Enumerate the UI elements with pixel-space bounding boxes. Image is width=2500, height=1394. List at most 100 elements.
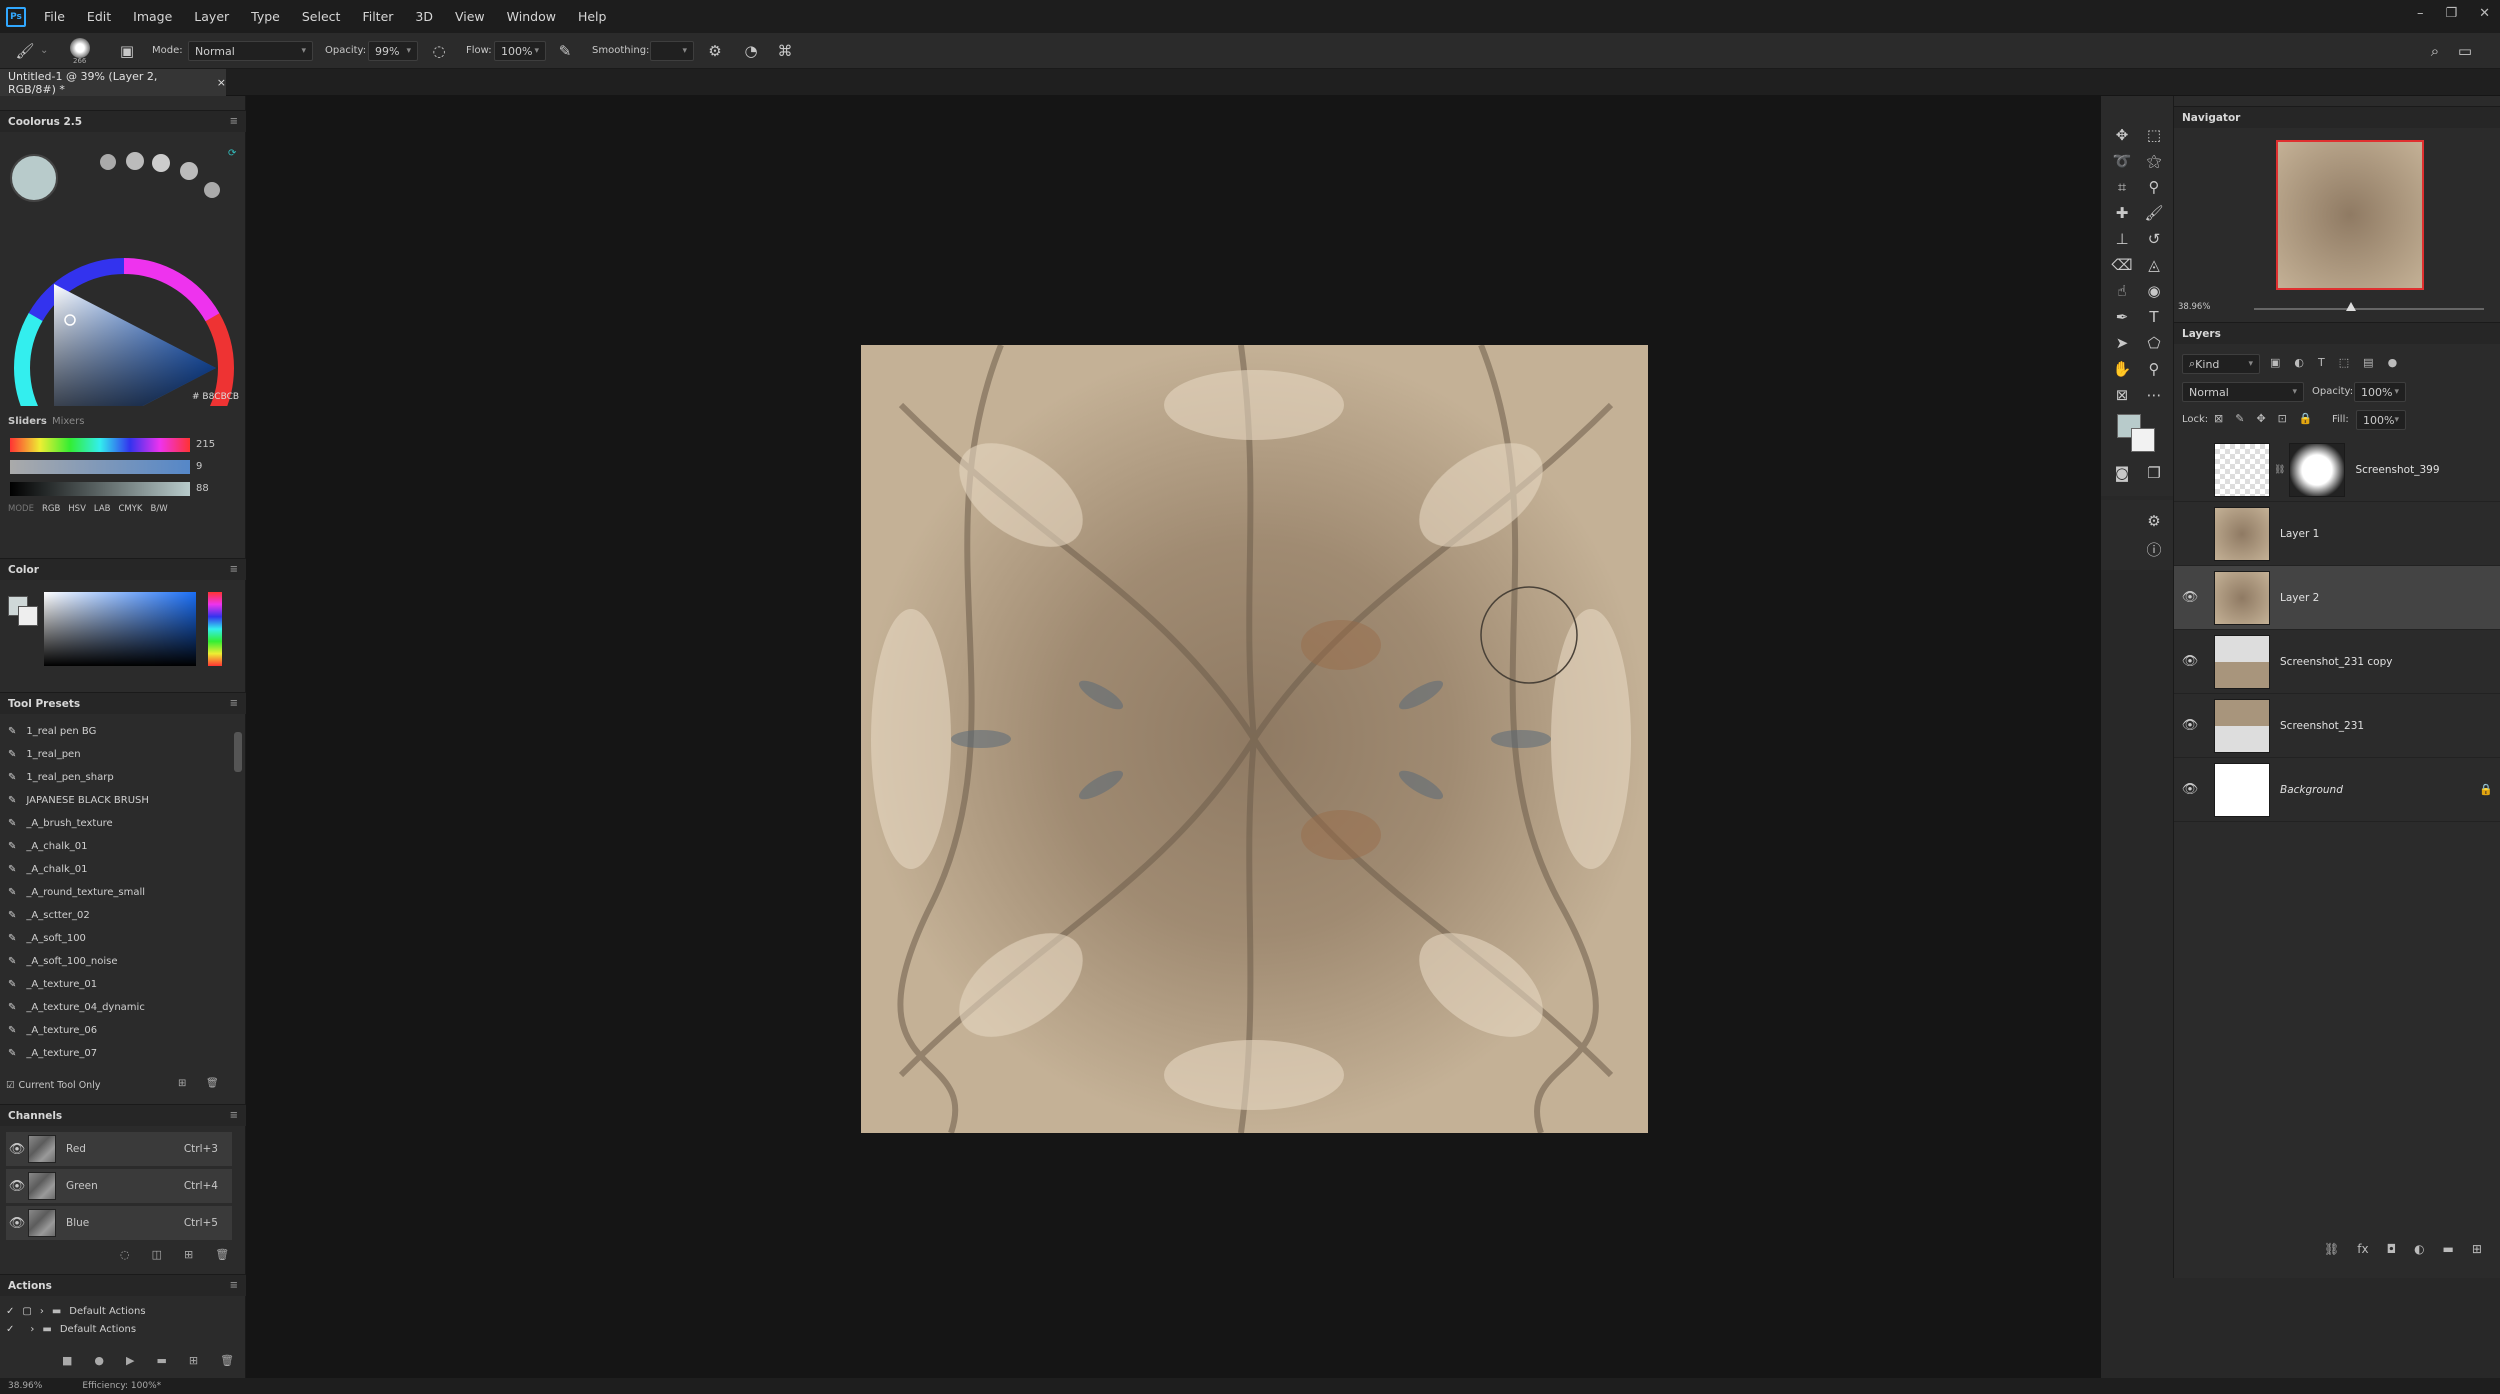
- pixel-filter-icon[interactable]: ▣: [2270, 356, 2280, 369]
- color-wheel[interactable]: [10, 178, 238, 478]
- preset-item[interactable]: ✎ _A_chalk_01: [8, 835, 88, 857]
- lasso-tool-icon[interactable]: ➰: [2111, 150, 2133, 172]
- color-panel-header[interactable]: Color ≡: [0, 558, 246, 580]
- fx-icon[interactable]: fx: [2357, 1242, 2368, 1256]
- brush-tool-icon[interactable]: 🖌: [14, 40, 36, 62]
- tab-mixers[interactable]: Mixers: [52, 416, 85, 427]
- symmetry-icon[interactable]: ⌘: [774, 40, 796, 62]
- new-group-icon[interactable]: ▬: [2443, 1242, 2454, 1256]
- current-color-swatch[interactable]: [10, 154, 58, 202]
- panel-menu-icon[interactable]: ≡: [230, 1110, 238, 1121]
- preset-item[interactable]: ✎ _A_texture_06: [8, 1019, 97, 1041]
- preset-item[interactable]: ✎ 1_real pen BG: [8, 720, 96, 742]
- preset-item[interactable]: ✎ _A_brush_texture: [8, 812, 113, 834]
- add-mask-icon[interactable]: ◘: [2387, 1242, 2397, 1256]
- new-preset-icon[interactable]: ⊞: [178, 1078, 186, 1089]
- layer-row-selected[interactable]: 👁 Layer 2: [2174, 566, 2500, 630]
- brush-shape-dot[interactable]: [180, 162, 198, 180]
- tab-close-icon[interactable]: ×: [217, 76, 226, 89]
- close-icon[interactable]: ✕: [2479, 6, 2490, 21]
- layer-row[interactable]: 👁 Screenshot_231 copy: [2174, 630, 2500, 694]
- channels-header[interactable]: Channels ≡: [0, 1104, 246, 1126]
- document-tab[interactable]: Untitled-1 @ 39% (Layer 2, RGB/8#) * ×: [0, 69, 226, 96]
- play-icon[interactable]: ▶: [126, 1354, 134, 1367]
- new-action-icon[interactable]: ⊞: [189, 1354, 198, 1367]
- adjustments-panel-icon[interactable]: ⚙: [2143, 510, 2165, 532]
- background-color-swatch[interactable]: [2131, 428, 2155, 452]
- menu-layer[interactable]: Layer: [194, 9, 229, 24]
- mode-hsv[interactable]: HSV: [68, 504, 86, 514]
- panel-menu-icon[interactable]: ≡: [230, 698, 238, 709]
- pen-tool-icon[interactable]: ✒: [2111, 306, 2133, 328]
- tool-presets-header[interactable]: Tool Presets ≡: [0, 692, 246, 714]
- eye-icon[interactable]: 👁: [6, 1216, 28, 1231]
- new-channel-icon[interactable]: ⊞: [184, 1248, 193, 1261]
- restore-icon[interactable]: ❐: [2445, 6, 2457, 21]
- chevron-down-icon[interactable]: ⌄: [40, 45, 48, 56]
- menu-filter[interactable]: Filter: [362, 9, 393, 24]
- dodge-tool-icon[interactable]: ◉: [2143, 280, 2165, 302]
- preset-item[interactable]: ✎ _A_soft_100: [8, 927, 86, 949]
- frame-tool-icon[interactable]: ⊠: [2111, 384, 2133, 406]
- mode-rgb[interactable]: RGB: [42, 504, 60, 514]
- tab-sliders[interactable]: Sliders: [8, 416, 47, 427]
- healing-brush-tool-icon[interactable]: ✚: [2111, 202, 2133, 224]
- lock-icon[interactable]: 🔒: [2479, 783, 2493, 796]
- workspace-icon[interactable]: ▭: [2454, 40, 2476, 62]
- more-tools-icon[interactable]: ⋯: [2143, 384, 2165, 406]
- hand-tool-icon[interactable]: ✋: [2111, 358, 2133, 380]
- eye-icon[interactable]: 👁: [2174, 718, 2206, 733]
- panel-menu-icon[interactable]: ≡: [230, 116, 238, 127]
- smoothing-input[interactable]: ▾: [650, 41, 694, 61]
- brush-shape-dot[interactable]: [126, 152, 144, 170]
- type-filter-icon[interactable]: T: [2318, 356, 2325, 369]
- layer-mask-thumbnail[interactable]: [2289, 442, 2346, 497]
- brightness-value[interactable]: 88: [196, 483, 209, 494]
- check-icon[interactable]: ✓: [6, 1324, 14, 1335]
- brush-tool-icon[interactable]: 🖌: [2143, 202, 2165, 224]
- navigator-zoom[interactable]: 38.96%: [2178, 302, 2210, 312]
- move-tool-icon[interactable]: ✥: [2111, 124, 2133, 146]
- navigator-zoom-slider[interactable]: [2254, 308, 2484, 310]
- swap-icon[interactable]: ⟳: [228, 148, 236, 159]
- preset-item[interactable]: ✎ _A_round_texture_small: [8, 881, 145, 903]
- lock-all-icon[interactable]: 🔒: [2299, 412, 2313, 425]
- channel-row-blue[interactable]: 👁 Blue Ctrl+5: [6, 1206, 232, 1240]
- color-field[interactable]: [44, 592, 196, 666]
- chevron-right-icon[interactable]: ›: [40, 1306, 44, 1317]
- trash-icon[interactable]: 🗑: [206, 1078, 219, 1089]
- layer-row[interactable]: ⛓ Screenshot_399: [2174, 438, 2500, 502]
- status-zoom[interactable]: 38.96%: [8, 1381, 42, 1391]
- layer-row[interactable]: Layer 1: [2174, 502, 2500, 566]
- smudge-tool-icon[interactable]: ☝: [2111, 280, 2133, 302]
- eye-icon[interactable]: 👁: [6, 1142, 28, 1157]
- opacity-input[interactable]: 99% ▾: [368, 41, 418, 61]
- actions-header[interactable]: Actions ≡: [0, 1274, 246, 1296]
- screen-mode-icon[interactable]: ❐: [2143, 462, 2165, 484]
- navigator-preview[interactable]: [2276, 140, 2424, 290]
- slider-handle[interactable]: [2346, 302, 2356, 311]
- menu-edit[interactable]: Edit: [87, 9, 111, 24]
- panel-menu-icon[interactable]: ≡: [230, 564, 238, 575]
- brightness-slider[interactable]: [10, 482, 190, 496]
- preset-item[interactable]: ✎ 1_real_pen_sharp: [8, 766, 114, 788]
- link-icon[interactable]: ⛓: [2274, 465, 2285, 475]
- preset-item[interactable]: ✎ _A_texture_07: [8, 1042, 97, 1064]
- canvas-artwork[interactable]: [861, 345, 1648, 1133]
- presets-scrollbar[interactable]: [234, 732, 242, 772]
- fill-input[interactable]: 100% ▾: [2356, 410, 2406, 430]
- gear-icon[interactable]: ⚙: [704, 40, 726, 62]
- menu-view[interactable]: View: [455, 9, 485, 24]
- preset-item[interactable]: ✎ _A_sctter_02: [8, 904, 90, 926]
- pressure-size-icon[interactable]: ◔: [740, 40, 762, 62]
- channel-row-green[interactable]: 👁 Green Ctrl+4: [6, 1169, 232, 1203]
- coolorus-panel-header[interactable]: Coolorus 2.5 ≡: [0, 110, 246, 132]
- filter-toggle-icon[interactable]: ●: [2388, 356, 2398, 369]
- menu-3d[interactable]: 3D: [415, 9, 433, 24]
- eye-icon[interactable]: 👁: [2174, 654, 2206, 669]
- lock-position-icon[interactable]: ✥: [2256, 412, 2265, 425]
- path-selection-tool-icon[interactable]: ➤: [2111, 332, 2133, 354]
- mode-select[interactable]: Normal ▾: [188, 41, 313, 61]
- menu-image[interactable]: Image: [133, 9, 172, 24]
- layer-row[interactable]: 👁 Screenshot_231: [2174, 694, 2500, 758]
